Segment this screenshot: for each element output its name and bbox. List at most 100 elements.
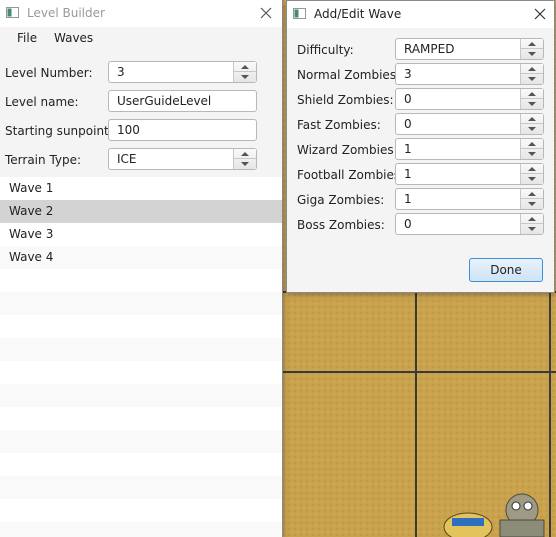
spinner-up-icon[interactable] [521, 164, 543, 174]
empty-row [0, 522, 282, 537]
level-number-label: Level Number: [5, 66, 93, 80]
spinner-buttons [520, 64, 543, 84]
terrain-value: ICE [117, 152, 137, 166]
spinner-buttons [520, 214, 543, 234]
spinner-up-icon[interactable] [234, 149, 256, 159]
giga-zombies-value: 1 [404, 192, 412, 206]
difficulty-spinner[interactable]: RAMPED [395, 38, 544, 60]
close-icon[interactable] [532, 6, 548, 22]
spinner-up-icon[interactable] [234, 62, 256, 72]
spinner-up-icon[interactable] [521, 189, 543, 199]
spinner-buttons [520, 89, 543, 109]
normal-zombies-label: Normal Zombies: [297, 68, 401, 82]
spinner-buttons [520, 189, 543, 209]
difficulty-value: RAMPED [404, 42, 455, 56]
spinner-down-icon[interactable] [521, 124, 543, 134]
add-edit-wave-titlebar[interactable]: Add/Edit Wave [287, 1, 554, 28]
level-number-spinner[interactable]: 3 [108, 61, 257, 83]
terrain-spinner[interactable]: ICE [108, 148, 257, 170]
spinner-buttons [520, 114, 543, 134]
shield-zombies-spinner[interactable]: 0 [395, 88, 544, 110]
empty-row [0, 499, 282, 522]
wave-list-item[interactable]: Wave 4 [0, 246, 282, 269]
wave-label: Wave 1 [9, 181, 54, 195]
spinner-up-icon[interactable] [521, 64, 543, 74]
empty-row [0, 384, 282, 407]
terrain-label: Terrain Type: [5, 153, 82, 167]
football-zombies-spinner[interactable]: 1 [395, 163, 544, 185]
empty-row [0, 315, 282, 338]
menu-file[interactable]: File [17, 31, 37, 45]
boss-zombies-spinner[interactable]: 0 [395, 213, 544, 235]
empty-row [0, 269, 282, 292]
spinner-down-icon[interactable] [234, 159, 256, 169]
spinner-up-icon[interactable] [521, 214, 543, 224]
giga-zombies-spinner[interactable]: 1 [395, 188, 544, 210]
level-builder-window: Level Builder File Waves Level Number: 3… [0, 0, 282, 537]
spinner-up-icon[interactable] [521, 89, 543, 99]
empty-row [0, 361, 282, 384]
window-icon [293, 8, 306, 19]
spinner-down-icon[interactable] [234, 72, 256, 82]
fast-zombies-value: 0 [404, 117, 412, 131]
level-name-field[interactable]: UserGuideLevel [108, 90, 257, 112]
spinner-buttons [233, 62, 256, 82]
spinner-down-icon[interactable] [521, 149, 543, 159]
empty-row [0, 453, 282, 476]
wave-list-item[interactable]: Wave 3 [0, 223, 282, 246]
spinner-up-icon[interactable] [521, 39, 543, 49]
shield-zombies-value: 0 [404, 92, 412, 106]
menu-waves[interactable]: Waves [54, 31, 93, 45]
fast-zombies-spinner[interactable]: 0 [395, 113, 544, 135]
close-icon[interactable] [258, 5, 274, 21]
add-edit-wave-dialog: Add/Edit Wave Difficulty: RAMPED Normal … [287, 1, 554, 292]
wizard-zombies-label: Wizard Zombies: [297, 143, 398, 157]
empty-row [0, 407, 282, 430]
dialog-title: Add/Edit Wave [314, 7, 402, 21]
spinner-up-icon[interactable] [521, 139, 543, 149]
wave-list-item-selected[interactable]: Wave 2 [0, 200, 282, 223]
spinner-down-icon[interactable] [521, 74, 543, 84]
wave-list-item[interactable]: Wave 1 [0, 177, 282, 200]
football-zombies-label: Football Zombies: [297, 168, 405, 182]
level-name-label: Level name: [5, 95, 79, 109]
football-zombies-value: 1 [404, 167, 412, 181]
wave-list[interactable]: Wave 1 Wave 2 Wave 3 Wave 4 [0, 177, 282, 537]
wizard-zombies-spinner[interactable]: 1 [395, 138, 544, 160]
wave-label: Wave 3 [9, 227, 54, 241]
fast-zombies-label: Fast Zombies: [297, 118, 381, 132]
normal-zombies-spinner[interactable]: 3 [395, 63, 544, 85]
spinner-up-icon[interactable] [521, 114, 543, 124]
level-number-value: 3 [117, 65, 125, 79]
normal-zombies-value: 3 [404, 67, 412, 81]
spinner-down-icon[interactable] [521, 224, 543, 234]
difficulty-label: Difficulty: [297, 43, 354, 57]
window-title: Level Builder [27, 6, 105, 20]
level-name-value: UserGuideLevel [117, 94, 212, 108]
menu-bar: File Waves [0, 27, 282, 51]
done-button[interactable]: Done [469, 258, 543, 282]
spinner-down-icon[interactable] [521, 199, 543, 209]
empty-row [0, 476, 282, 499]
window-icon [6, 7, 19, 18]
empty-row [0, 338, 282, 361]
sunpoints-value: 100 [117, 123, 140, 137]
boss-zombies-label: Boss Zombies: [297, 218, 385, 232]
level-builder-titlebar[interactable]: Level Builder [0, 0, 282, 27]
spinner-buttons [233, 149, 256, 169]
empty-row [0, 430, 282, 453]
spinner-buttons [520, 139, 543, 159]
spinner-buttons [520, 39, 543, 59]
sunpoints-label: Starting sunpoints: [5, 124, 120, 138]
spinner-down-icon[interactable] [521, 99, 543, 109]
wave-label: Wave 4 [9, 250, 54, 264]
empty-row [0, 292, 282, 315]
spinner-down-icon[interactable] [521, 49, 543, 59]
sunpoints-field[interactable]: 100 [108, 119, 257, 141]
wizard-zombies-value: 1 [404, 142, 412, 156]
spinner-down-icon[interactable] [521, 174, 543, 184]
spinner-buttons [520, 164, 543, 184]
shield-zombies-label: Shield Zombies: [297, 93, 394, 107]
wave-label: Wave 2 [9, 204, 54, 218]
giga-zombies-label: Giga Zombies: [297, 193, 385, 207]
